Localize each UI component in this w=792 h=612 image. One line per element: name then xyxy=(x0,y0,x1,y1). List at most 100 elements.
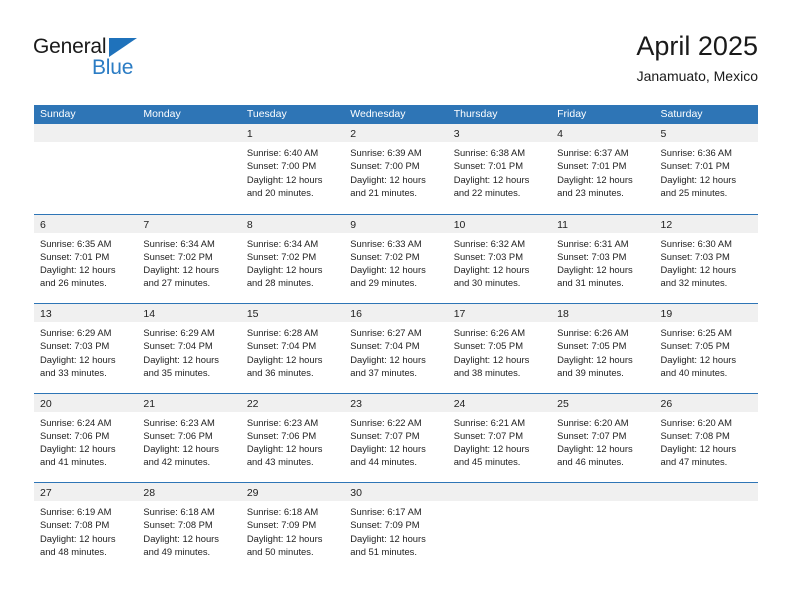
day-cell-14[interactable]: 14 Sunrise: 6:29 AM Sunset: 7:04 PM Dayligh… xyxy=(137,304,241,393)
day-number-band: 3 xyxy=(447,124,552,142)
daylight-text-cont: and 32 minutes. xyxy=(660,277,728,289)
daylight-text-cont: and 35 minutes. xyxy=(143,366,211,378)
day-number-band: 11 xyxy=(551,214,655,233)
day-cell-18[interactable]: 18 Sunrise: 6:26 AM Sunset: 7:05 PM Dayligh… xyxy=(551,304,655,393)
day-of-week-saturday: Saturday xyxy=(660,108,703,120)
day-cell-17[interactable]: 17 Sunrise: 6:26 AM Sunset: 7:05 PM Dayligh… xyxy=(447,304,552,393)
sunrise-text: Sunrise: 6:19 AM xyxy=(40,506,112,517)
daylight-text-cont: and 30 minutes. xyxy=(453,277,521,289)
daylight-text: Daylight: 12 hours xyxy=(660,443,737,455)
day-cell-20[interactable]: 20 Sunrise: 6:24 AM Sunset: 7:06 PM Dayligh… xyxy=(34,393,138,482)
daylight-text-cont: and 39 minutes. xyxy=(557,366,624,378)
day-of-week-sunday: Sunday xyxy=(40,108,76,120)
daylight-text-cont: and 22 minutes. xyxy=(453,186,521,198)
day-number: 10 xyxy=(453,218,466,231)
day-cell-7[interactable]: 7 Sunrise: 6:34 AM Sunset: 7:02 PM Daylight… xyxy=(137,214,241,303)
daylight-text: Daylight: 12 hours xyxy=(143,264,219,276)
daylight-text-cont: and 29 minutes. xyxy=(350,277,417,289)
brand-logo[interactable]: General Blue xyxy=(33,36,173,84)
day-cell-28[interactable]: 28 Sunrise: 6:18 AM Sunset: 7:08 PM Dayligh… xyxy=(137,483,241,572)
day-cell-25[interactable]: 25 Sunrise: 6:20 AM Sunset: 7:07 PM Dayligh… xyxy=(551,393,655,482)
day-cell-22[interactable]: 22 Sunrise: 6:23 AM Sunset: 7:06 PM Dayligh… xyxy=(240,393,345,482)
sunrise-text: Sunrise: 6:22 AM xyxy=(350,416,422,428)
day-number-band: 30 xyxy=(344,483,448,501)
brand-name-blue: Blue xyxy=(92,56,134,79)
daylight-text: Daylight: 12 hours xyxy=(246,353,323,365)
day-number: 1 xyxy=(246,128,253,140)
daylight-text-cont: and 36 minutes. xyxy=(246,366,314,378)
week-row: 1 Sunrise: 6:40 AM Sunset: 7:00 PM Daylight… xyxy=(34,124,758,214)
day-number-band: 29 xyxy=(240,483,345,501)
day-number-band: 21 xyxy=(137,393,241,412)
day-cell-6[interactable]: 6 Sunrise: 6:35 AM Sunset: 7:01 PM Daylight… xyxy=(34,214,138,303)
day-cell-13[interactable]: 13 Sunrise: 6:29 AM Sunset: 7:03 PM Dayligh… xyxy=(34,304,138,393)
day-cell-10[interactable]: 10 Sunrise: 6:32 AM Sunset: 7:03 PM Dayligh… xyxy=(447,214,552,303)
sunrise-text: Sunrise: 6:36 AM xyxy=(660,147,732,158)
day-cell-26[interactable]: 26 Sunrise: 6:20 AM Sunset: 7:08 PM Dayligh… xyxy=(654,393,758,482)
sunset-text: Sunset: 7:02 PM xyxy=(246,250,317,262)
day-details: Sunrise: 6:32 AM Sunset: 7:03 PM Daylight:… xyxy=(448,233,551,290)
day-number-band: 7 xyxy=(137,214,241,233)
day-number: 21 xyxy=(143,397,156,410)
sunrise-text: Sunrise: 6:17 AM xyxy=(350,506,422,517)
day-details: Sunrise: 6:29 AM Sunset: 7:04 PM Daylight:… xyxy=(137,322,240,379)
day-cell-29[interactable]: 29 Sunrise: 6:18 AM Sunset: 7:09 PM Dayligh… xyxy=(240,483,345,572)
daylight-text: Daylight: 12 hours xyxy=(246,173,323,185)
daylight-text-cont: and 40 minutes. xyxy=(660,366,728,378)
sunrise-text: Sunrise: 6:30 AM xyxy=(660,237,732,249)
day-cell-27[interactable]: 27 Sunrise: 6:19 AM Sunset: 7:08 PM Dayligh… xyxy=(34,483,138,572)
sunset-text: Sunset: 7:00 PM xyxy=(350,160,420,172)
sunrise-text: Sunrise: 6:34 AM xyxy=(143,237,215,249)
week-row: 20 Sunrise: 6:24 AM Sunset: 7:06 PM Dayligh… xyxy=(34,392,758,482)
sunset-text: Sunset: 7:09 PM xyxy=(246,519,317,531)
day-number-band: 23 xyxy=(344,393,448,412)
brand-name-general: General xyxy=(33,35,107,58)
day-cell-5[interactable]: 5 Sunrise: 6:36 AM Sunset: 7:01 PM Daylight… xyxy=(654,124,758,214)
daylight-text: Daylight: 12 hours xyxy=(453,264,530,276)
day-cell-1[interactable]: 1 Sunrise: 6:40 AM Sunset: 7:00 PM Daylight… xyxy=(240,124,345,214)
daylight-text-cont: and 26 minutes. xyxy=(40,277,107,289)
day-cell-11[interactable]: 11 Sunrise: 6:31 AM Sunset: 7:03 PM Dayligh… xyxy=(551,214,655,303)
day-cell-12[interactable]: 12 Sunrise: 6:30 AM Sunset: 7:03 PM Dayligh… xyxy=(654,214,758,303)
day-number: 13 xyxy=(40,308,52,320)
day-cell-30[interactable]: 30 Sunrise: 6:17 AM Sunset: 7:09 PM Dayligh… xyxy=(344,483,448,572)
day-cell-19[interactable]: 19 Sunrise: 6:25 AM Sunset: 7:05 PM Dayligh… xyxy=(654,304,758,393)
day-cell-empty xyxy=(137,124,241,214)
sunset-text: Sunset: 7:03 PM xyxy=(660,250,730,262)
sunset-text: Sunset: 7:01 PM xyxy=(557,160,627,172)
day-details: Sunrise: 6:37 AM Sunset: 7:01 PM Daylight:… xyxy=(551,142,654,199)
daylight-text: Daylight: 12 hours xyxy=(350,532,426,544)
day-cell-15[interactable]: 15 Sunrise: 6:28 AM Sunset: 7:04 PM Dayligh… xyxy=(240,304,345,393)
sunset-text: Sunset: 7:00 PM xyxy=(246,160,317,172)
day-cell-4[interactable]: 4 Sunrise: 6:37 AM Sunset: 7:01 PM Daylight… xyxy=(551,124,655,214)
day-number: 2 xyxy=(350,128,357,140)
day-cell-2[interactable]: 2 Sunrise: 6:39 AM Sunset: 7:00 PM Daylight… xyxy=(344,124,448,214)
daylight-text: Daylight: 12 hours xyxy=(350,443,426,455)
daylight-text: Daylight: 12 hours xyxy=(143,443,219,455)
day-details: Sunrise: 6:26 AM Sunset: 7:05 PM Daylight:… xyxy=(551,322,654,379)
week-row: 13 Sunrise: 6:29 AM Sunset: 7:03 PM Dayligh… xyxy=(34,303,758,393)
day-cell-3[interactable]: 3 Sunrise: 6:38 AM Sunset: 7:01 PM Daylight… xyxy=(447,124,552,214)
day-cell-9[interactable]: 9 Sunrise: 6:33 AM Sunset: 7:02 PM Daylight… xyxy=(344,214,448,303)
day-number: 29 xyxy=(246,487,259,499)
daylight-text: Daylight: 12 hours xyxy=(350,353,426,365)
sunset-text: Sunset: 7:05 PM xyxy=(660,340,730,352)
daylight-text: Daylight: 12 hours xyxy=(40,264,116,276)
daylight-text: Daylight: 12 hours xyxy=(660,264,737,276)
day-cell-23[interactable]: 23 Sunrise: 6:22 AM Sunset: 7:07 PM Dayligh… xyxy=(344,393,448,482)
sunset-text: Sunset: 7:06 PM xyxy=(143,429,213,441)
day-number-band: 9 xyxy=(344,214,448,233)
day-cell-21[interactable]: 21 Sunrise: 6:23 AM Sunset: 7:06 PM Dayligh… xyxy=(137,393,241,482)
sunrise-text: Sunrise: 6:25 AM xyxy=(660,327,732,338)
day-cell-8[interactable]: 8 Sunrise: 6:34 AM Sunset: 7:02 PM Daylight… xyxy=(240,214,345,303)
daylight-text-cont: and 23 minutes. xyxy=(557,186,624,198)
day-cell-16[interactable]: 16 Sunrise: 6:27 AM Sunset: 7:04 PM Dayligh… xyxy=(344,304,448,393)
day-of-week-tuesday: Tuesday xyxy=(246,108,287,120)
day-details: Sunrise: 6:38 AM Sunset: 7:01 PM Daylight:… xyxy=(448,142,551,199)
day-of-week-thursday: Thursday xyxy=(453,108,498,120)
day-cell-24[interactable]: 24 Sunrise: 6:21 AM Sunset: 7:07 PM Dayligh… xyxy=(447,393,552,482)
sunrise-text: Sunrise: 6:21 AM xyxy=(453,416,526,428)
sunrise-text: Sunrise: 6:23 AM xyxy=(246,416,319,428)
daylight-text: Daylight: 12 hours xyxy=(557,443,633,455)
day-number-band: 1 xyxy=(240,124,345,142)
